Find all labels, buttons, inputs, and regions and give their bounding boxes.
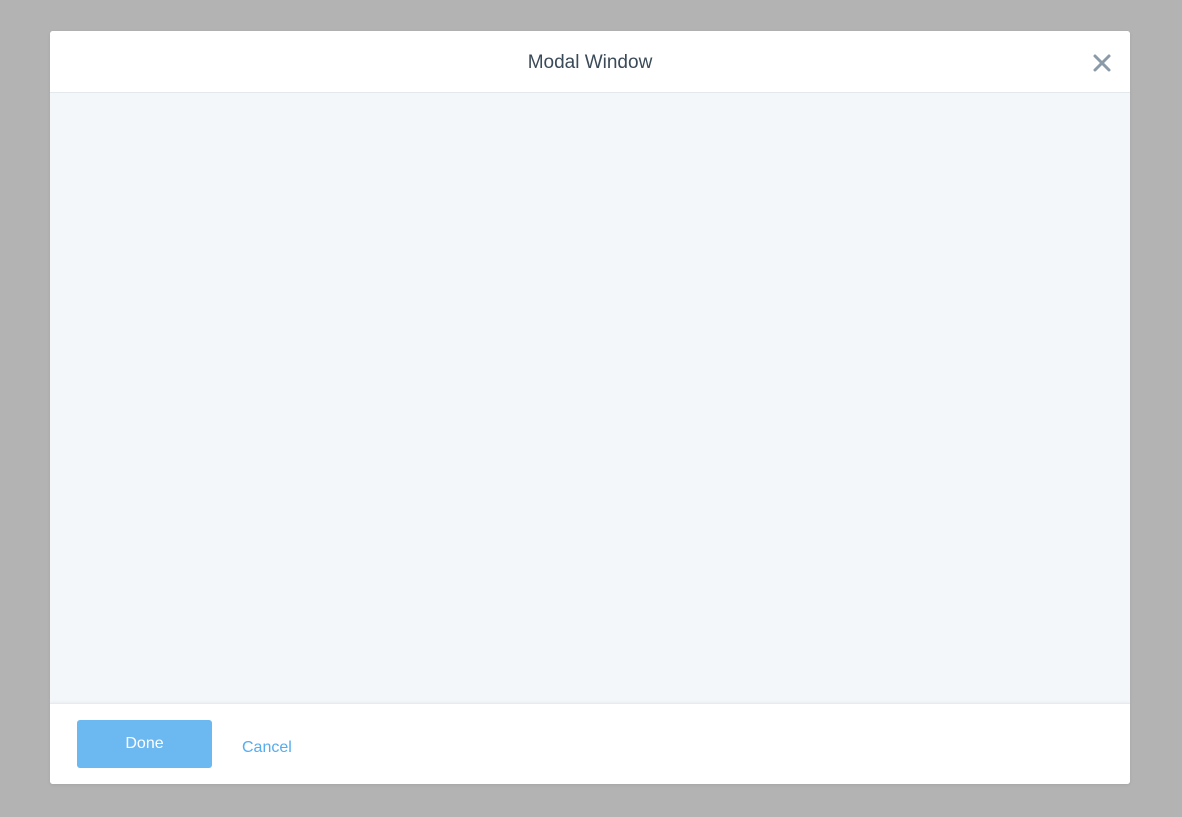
- modal-body: [50, 93, 1130, 703]
- modal-header: Modal Window: [50, 31, 1130, 93]
- close-icon: [1093, 54, 1111, 72]
- modal-title: Modal Window: [527, 52, 653, 73]
- modal-window: Modal Window Done Cancel: [50, 31, 1130, 784]
- modal-backdrop: Modal Window Done Cancel: [0, 0, 1182, 817]
- cancel-link[interactable]: Cancel: [242, 720, 292, 768]
- modal-footer: Done Cancel: [50, 703, 1130, 784]
- done-button[interactable]: Done: [77, 720, 212, 768]
- close-button[interactable]: [1088, 49, 1116, 77]
